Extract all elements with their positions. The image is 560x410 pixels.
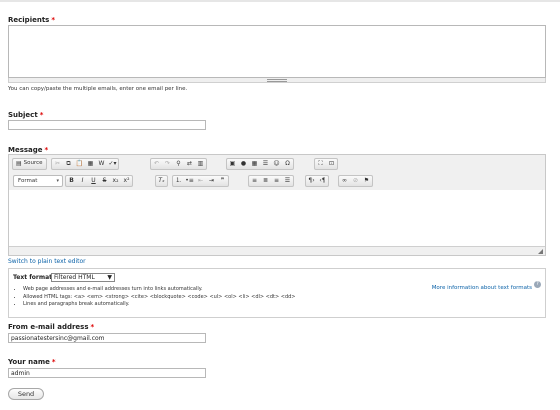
show-blocks-icon[interactable]: ⊡ bbox=[326, 159, 337, 169]
ltr-icon[interactable]: ¶› bbox=[306, 176, 317, 186]
chevron-down-icon: ▾ bbox=[56, 178, 59, 184]
tip-item: Lines and paragraphs break automatically… bbox=[23, 301, 296, 309]
smiley-icon[interactable]: ☺ bbox=[271, 159, 282, 169]
outdent-icon[interactable]: ⇤ bbox=[195, 176, 206, 186]
basic-styles-group: B I U S x₂ x² bbox=[65, 175, 133, 187]
rtl-icon[interactable]: ‹¶ bbox=[317, 176, 328, 186]
redo-icon[interactable]: ↷ bbox=[162, 159, 173, 169]
link-group: ∞ ⊘ ⚑ bbox=[338, 175, 373, 187]
recipients-label: Recipients * bbox=[8, 16, 56, 24]
bold-icon[interactable]: B bbox=[66, 176, 77, 186]
subscript-icon[interactable]: x₂ bbox=[110, 176, 121, 186]
tip-item: Allowed HTML tags: <a> <em> <strong> <ci… bbox=[23, 294, 296, 302]
tip-item: Web page addresses and e-mail addresses … bbox=[23, 286, 296, 294]
source-icon: ▤ bbox=[16, 160, 22, 167]
horizontal-line-icon[interactable]: ☰ bbox=[260, 159, 271, 169]
list-group: ⒈ •≡ ⇤ ⇥ ❞ bbox=[172, 175, 229, 187]
editor-content-area[interactable] bbox=[9, 190, 545, 243]
source-button[interactable]: ▤ Source bbox=[13, 159, 46, 169]
more-info-container: More information about text formats? bbox=[432, 274, 541, 293]
insert-group: ▣ ● ▦ ☰ ☺ Ω bbox=[226, 158, 294, 170]
undo-icon[interactable]: ↶ bbox=[151, 159, 162, 169]
direction-group: ¶› ‹¶ bbox=[305, 175, 329, 187]
cut-icon[interactable]: ✂ bbox=[52, 159, 63, 169]
link-icon[interactable]: ∞ bbox=[339, 176, 350, 186]
special-char-icon[interactable]: Ω bbox=[282, 159, 293, 169]
maximize-icon[interactable]: ⛶ bbox=[315, 159, 326, 169]
text-format-box: Text format Filtered HTML ▼ More informat… bbox=[8, 268, 546, 318]
source-group: ▤ Source bbox=[12, 158, 47, 170]
editor-toolbar: ▤ Source ✂ ⧉ 📋 ▦ W ✓▾ ↶ ↷ ⚲ ⇄ ▥ ▣ ● ▦ ☰ ☺… bbox=[9, 155, 545, 191]
view-group: ⛶ ⊡ bbox=[314, 158, 338, 170]
clipboard-group: ✂ ⧉ 📋 ▦ W ✓▾ bbox=[51, 158, 119, 170]
align-group: ≡ ≣ ≡ ☰ bbox=[248, 175, 294, 187]
edit-group: ↶ ↷ ⚲ ⇄ ▥ bbox=[150, 158, 207, 170]
table-icon[interactable]: ▦ bbox=[249, 159, 260, 169]
switch-plain-text-link[interactable]: Switch to plain text editor bbox=[8, 258, 86, 265]
resize-handle-icon[interactable] bbox=[538, 249, 543, 254]
paste-word-icon[interactable]: W bbox=[96, 159, 107, 169]
paste-icon[interactable]: 📋 bbox=[74, 159, 85, 169]
subject-input[interactable] bbox=[8, 120, 206, 130]
remove-format-icon[interactable]: Tₓ bbox=[156, 176, 167, 186]
recipients-help-text: You can copy/paste the multiple emails, … bbox=[8, 86, 188, 92]
remove-format-group: Tₓ bbox=[155, 175, 168, 187]
superscript-icon[interactable]: x² bbox=[121, 176, 132, 186]
select-all-icon[interactable]: ▥ bbox=[195, 159, 206, 169]
from-email-label: From e-mail address * bbox=[8, 323, 95, 331]
your-name-input[interactable] bbox=[8, 368, 206, 378]
message-label: Message * bbox=[8, 146, 49, 154]
italic-icon[interactable]: I bbox=[77, 176, 88, 186]
image-icon[interactable]: ▣ bbox=[227, 159, 238, 169]
underline-icon[interactable]: U bbox=[88, 176, 99, 186]
text-format-select[interactable]: Filtered HTML ▼ bbox=[51, 273, 115, 282]
bulleted-list-icon[interactable]: •≡ bbox=[184, 176, 195, 186]
text-format-label: Text format bbox=[13, 274, 53, 281]
editor-status-bar bbox=[9, 246, 545, 255]
justify-icon[interactable]: ☰ bbox=[282, 176, 293, 186]
spellcheck-icon[interactable]: ✓▾ bbox=[107, 159, 118, 169]
paste-text-icon[interactable]: ▦ bbox=[85, 159, 96, 169]
your-name-label: Your name * bbox=[8, 358, 56, 366]
flash-icon[interactable]: ● bbox=[238, 159, 249, 169]
anchor-flag-icon[interactable]: ⚑ bbox=[361, 176, 372, 186]
top-border bbox=[0, 0, 560, 2]
blockquote-icon[interactable]: ❞ bbox=[217, 176, 228, 186]
replace-icon[interactable]: ⇄ bbox=[184, 159, 195, 169]
unlink-icon[interactable]: ⊘ bbox=[350, 176, 361, 186]
send-button[interactable]: Send bbox=[8, 388, 44, 400]
from-email-input[interactable] bbox=[8, 333, 206, 343]
format-tips: Web page addresses and e-mail addresses … bbox=[15, 286, 296, 309]
indent-icon[interactable]: ⇥ bbox=[206, 176, 217, 186]
recipients-textarea[interactable] bbox=[8, 25, 546, 78]
find-icon[interactable]: ⚲ bbox=[173, 159, 184, 169]
strikethrough-icon[interactable]: S bbox=[99, 176, 110, 186]
align-center-icon[interactable]: ≣ bbox=[260, 176, 271, 186]
align-right-icon[interactable]: ≡ bbox=[271, 176, 282, 186]
copy-icon[interactable]: ⧉ bbox=[63, 159, 74, 169]
rich-text-editor: ▤ Source ✂ ⧉ 📋 ▦ W ✓▾ ↶ ↷ ⚲ ⇄ ▥ ▣ ● ▦ ☰ ☺… bbox=[8, 154, 546, 256]
help-icon[interactable]: ? bbox=[534, 281, 541, 288]
recipients-resize-grip[interactable] bbox=[8, 78, 546, 83]
more-info-text-formats-link[interactable]: More information about text formats bbox=[432, 285, 532, 291]
dropdown-arrow-icon: ▼ bbox=[107, 274, 112, 281]
numbered-list-icon[interactable]: ⒈ bbox=[173, 176, 184, 186]
align-left-icon[interactable]: ≡ bbox=[249, 176, 260, 186]
format-dropdown[interactable]: Format ▾ bbox=[13, 175, 63, 187]
subject-label: Subject * bbox=[8, 111, 44, 119]
